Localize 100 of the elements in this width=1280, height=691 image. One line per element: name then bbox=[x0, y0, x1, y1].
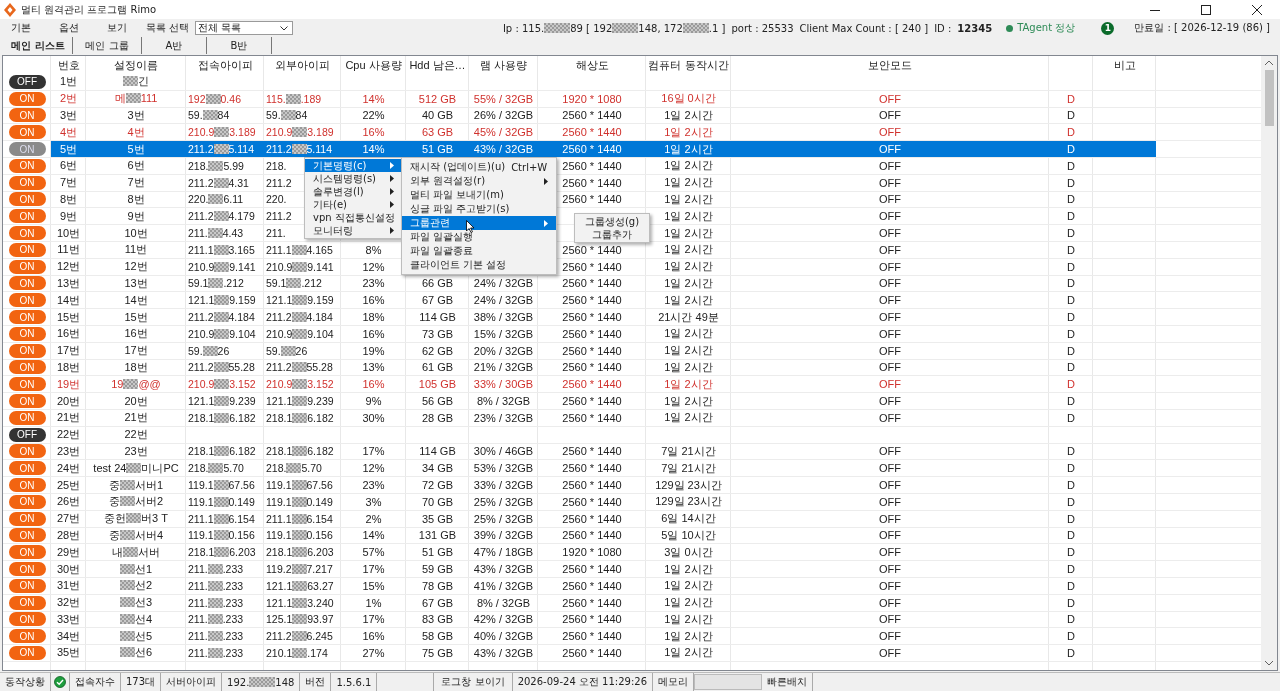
security-cell: OFF bbox=[879, 210, 901, 223]
scroll-thumb[interactable] bbox=[1264, 70, 1274, 126]
cpu-cell: 16% bbox=[362, 378, 385, 391]
security-cell: OFF bbox=[879, 277, 901, 290]
submenu-item[interactable]: 멀티 파일 보내기(m) bbox=[402, 188, 556, 202]
tab[interactable]: A반 bbox=[142, 37, 207, 54]
name-cell: 선6 bbox=[119, 645, 153, 661]
disk-cell: 73 GB bbox=[421, 327, 454, 340]
name-cell: 선3 bbox=[119, 595, 153, 611]
submenu-item[interactable]: 외부 원격설정(r) bbox=[402, 174, 556, 188]
menu-item[interactable]: 옵션 bbox=[48, 21, 87, 35]
ip-cell: 211.2 bbox=[266, 210, 292, 223]
column-header[interactable]: 비고 bbox=[1093, 56, 1156, 74]
cpu-cell: 23% bbox=[362, 479, 385, 491]
column-header[interactable]: 설정이름 bbox=[86, 56, 186, 74]
tab[interactable]: 메인 리스트 bbox=[4, 37, 73, 54]
disk-cell: 70 GB bbox=[421, 495, 454, 508]
column-header[interactable]: 번호 bbox=[51, 56, 86, 74]
tab[interactable]: B반 bbox=[207, 37, 272, 54]
mouse-cursor-icon bbox=[466, 220, 475, 233]
number-cell: 7번 bbox=[59, 175, 78, 191]
ram-cell: 25% / 32GB bbox=[473, 495, 534, 508]
number-cell: 6번 bbox=[59, 158, 78, 174]
submenu-item[interactable]: 파일 일괄실행 bbox=[402, 230, 556, 244]
ip-cell: 220. bbox=[266, 193, 287, 206]
ram-cell: 47% / 18GB bbox=[473, 546, 534, 559]
disk-cell: 40 GB bbox=[421, 109, 454, 122]
resolution-cell: 2560 * 1440 bbox=[562, 411, 622, 424]
ip-cell: 211.2 55.28 bbox=[188, 361, 255, 374]
name-cell: 20번 bbox=[124, 393, 148, 409]
selected-row[interactable]: ON 5번 5번 211.2 5.114 211.2 5.114 14% 51 GB 43% / 32GB 2560 * 1440 1일 2시간 OFF D bbox=[3, 141, 1261, 158]
column-header[interactable]: 접속아이피 bbox=[186, 56, 264, 74]
submenu-item[interactable]: 클라이언트 기본 설정 bbox=[402, 258, 556, 272]
context-menu-item[interactable]: vpn 직접통신설정 bbox=[305, 211, 402, 224]
column-header[interactable]: 컴퓨터 동작시간 bbox=[646, 56, 731, 74]
cpu-cell: 3% bbox=[365, 495, 382, 508]
column-header[interactable]: 외부아이피 bbox=[264, 56, 341, 74]
ram-cell: 24% / 32GB bbox=[473, 277, 534, 290]
submenu-item[interactable]: 그룹추가 bbox=[575, 228, 649, 241]
number-cell: 5번 bbox=[59, 141, 78, 157]
resolution-cell: 2560 * 1440 bbox=[562, 378, 622, 391]
cpu-cell: 17% bbox=[362, 563, 385, 575]
submenu-item[interactable]: 재시작 (업데이트)(u) Ctrl+W bbox=[402, 160, 556, 174]
submenu-item[interactable]: 그룹관련 bbox=[402, 216, 556, 230]
flag-cell: D bbox=[1067, 126, 1075, 139]
column-header[interactable]: 보안모드 bbox=[731, 56, 1049, 74]
resolution-cell: 2560 * 1440 bbox=[562, 395, 622, 408]
ip-cell: 211.1 6.154 bbox=[266, 512, 333, 525]
cpu-cell: 13% bbox=[362, 361, 385, 374]
submenu-item[interactable]: 파일 일괄종료 bbox=[402, 244, 556, 258]
log-window-button[interactable]: 로그창 보이기 bbox=[433, 673, 513, 691]
resolution-cell: 2560 * 1440 bbox=[562, 344, 622, 357]
name-cell: 22번 bbox=[124, 427, 148, 443]
cpu-cell: 16% bbox=[362, 630, 385, 643]
flag-cell: D bbox=[1067, 462, 1075, 475]
submenu-item[interactable]: 싱글 파일 주고받기(s) bbox=[402, 202, 556, 216]
column-header[interactable]: 해상도 bbox=[538, 56, 646, 74]
flag-cell: D bbox=[1067, 445, 1075, 458]
security-cell: OFF bbox=[879, 411, 901, 424]
tab[interactable]: 메인 그룹 bbox=[73, 37, 142, 54]
context-menu-item[interactable]: 솔루변경(l) bbox=[305, 185, 402, 198]
ip-cell: 211.2 5.114 bbox=[266, 143, 332, 156]
name-cell: 중 서버4 bbox=[108, 527, 164, 543]
column-header[interactable]: Cpu 사용량 bbox=[341, 56, 406, 74]
submenu-item[interactable]: 그룹생성(g) bbox=[575, 215, 649, 228]
number-cell: 16번 bbox=[56, 326, 81, 342]
ip-cell: 121.1 9.159 bbox=[266, 294, 334, 307]
context-menu-item[interactable]: 기타(e) bbox=[305, 198, 402, 211]
ip-cell: 210.1 .174 bbox=[266, 647, 328, 659]
ip-cell: 211. .233 bbox=[188, 596, 244, 609]
menu-item[interactable]: 기본 bbox=[0, 21, 39, 35]
cpu-cell: 17% bbox=[362, 445, 385, 458]
context-menu-item[interactable]: 모니터링 bbox=[305, 224, 402, 237]
scrollbar[interactable] bbox=[1261, 56, 1277, 670]
number-cell: 20번 bbox=[56, 393, 81, 409]
disk-cell: 56 GB bbox=[421, 395, 454, 408]
ip-cell: 211. 4.43 bbox=[188, 227, 244, 240]
maximize-icon[interactable] bbox=[1201, 4, 1211, 15]
context-menu-item[interactable]: 기본명령(c) bbox=[305, 159, 402, 172]
column-header[interactable]: 램 사용량 bbox=[469, 56, 538, 74]
power-toggle[interactable]: OFF bbox=[8, 427, 46, 442]
context-menu-item[interactable]: 시스템명령(s) bbox=[305, 172, 402, 185]
column-header[interactable]: Hdd 남은… bbox=[406, 56, 469, 74]
flag-cell: D bbox=[1067, 495, 1075, 508]
status-label: 접속자수 bbox=[70, 673, 121, 691]
uptime-cell: 1일 2시간 bbox=[664, 175, 713, 191]
name-cell: 긴 bbox=[123, 74, 149, 90]
menu-item[interactable]: 보기 bbox=[96, 21, 135, 35]
power-toggle[interactable]: OFF bbox=[8, 74, 46, 89]
ram-cell: 53% / 32GB bbox=[473, 462, 534, 475]
resolution-cell: 2560 * 1440 bbox=[562, 327, 622, 340]
list-dropdown[interactable]: 전체 목록 bbox=[195, 21, 294, 35]
cpu-cell: 23% bbox=[362, 277, 385, 290]
resolution-cell: 2560 * 1440 bbox=[562, 294, 622, 307]
disk-cell: 35 GB bbox=[421, 512, 454, 525]
close-icon[interactable] bbox=[1252, 4, 1262, 15]
cpu-cell: 2% bbox=[365, 512, 382, 525]
ram-cell: 45% / 32GB bbox=[473, 126, 534, 139]
ip-cell: 121.1 3.240 bbox=[266, 596, 334, 609]
number-cell: 27번 bbox=[56, 511, 81, 527]
